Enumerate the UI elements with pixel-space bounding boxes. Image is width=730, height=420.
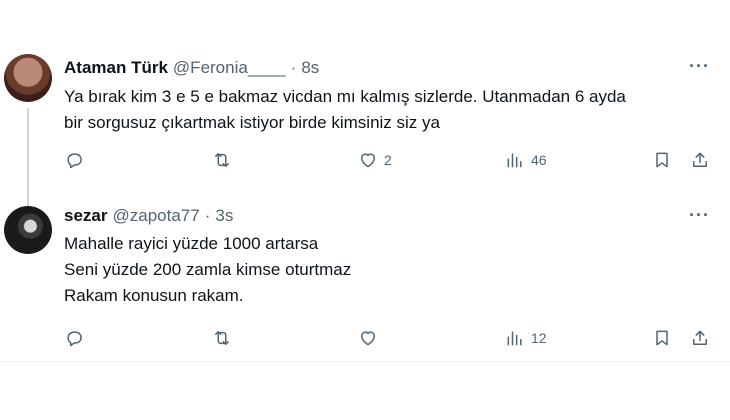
- tweet-text-line: Ya bırak kim 3 e 5 e bakmaz vicdan mı ka…: [64, 87, 626, 106]
- share-button[interactable]: [690, 150, 710, 170]
- view-count: 46: [531, 152, 547, 168]
- bookmark-button[interactable]: [652, 328, 672, 348]
- action-bar: 12: [0, 328, 730, 352]
- reply-icon: [67, 331, 82, 347]
- author-handle[interactable]: @Feronia____: [173, 58, 286, 78]
- author-name[interactable]: sezar: [64, 206, 107, 226]
- tweet-header: sezar @zapota77 · 3s: [64, 206, 233, 226]
- tweet[interactable]: Ataman Türk @Feronia____ · 8s ··· Ya bır…: [0, 0, 730, 206]
- retweet-button[interactable]: [212, 150, 232, 170]
- tweet-header: Ataman Türk @Feronia____ · 8s: [64, 58, 319, 78]
- views-button[interactable]: 12: [505, 328, 547, 348]
- tweet-text-line: bir sorgusuz çıkartmak istiyor birde kim…: [64, 113, 440, 132]
- heart-icon: [361, 331, 375, 346]
- reply-icon: [67, 153, 82, 169]
- tweet-text-line: Rakam konusun rakam.: [64, 286, 244, 305]
- tweet-text-line: Seni yüzde 200 zamla kimse oturtmaz: [64, 260, 352, 279]
- views-icon: [507, 153, 522, 168]
- timestamp[interactable]: 3s: [215, 206, 233, 226]
- author-handle[interactable]: @zapota77: [112, 206, 199, 226]
- separator-dot: ·: [204, 206, 211, 225]
- share-icon: [693, 330, 707, 345]
- tweet-text: Mahalle rayici yüzde 1000 artarsa Seni y…: [64, 231, 351, 309]
- tweet[interactable]: sezar @zapota77 · 3s ··· Mahalle rayici …: [0, 192, 730, 362]
- heart-icon: [361, 153, 375, 168]
- reply-button[interactable]: [64, 328, 84, 348]
- like-button[interactable]: 2: [358, 150, 392, 170]
- reply-button[interactable]: [64, 150, 84, 170]
- bookmark-icon: [656, 152, 668, 168]
- views-icon: [507, 331, 522, 346]
- separator-dot: ·: [290, 58, 297, 77]
- tweet-text: Ya bırak kim 3 e 5 e bakmaz vicdan mı ka…: [64, 84, 626, 136]
- like-button[interactable]: [358, 328, 378, 348]
- bookmark-icon: [656, 330, 668, 346]
- more-options-icon[interactable]: ···: [689, 205, 710, 226]
- share-button[interactable]: [690, 328, 710, 348]
- action-bar: 2 46: [0, 150, 730, 174]
- retweet-button[interactable]: [212, 328, 232, 348]
- retweet-icon: [215, 153, 229, 167]
- retweet-icon: [215, 331, 229, 345]
- bookmark-button[interactable]: [652, 150, 672, 170]
- timestamp[interactable]: 8s: [301, 58, 319, 78]
- author-name[interactable]: Ataman Türk: [64, 58, 168, 78]
- avatar[interactable]: [4, 206, 52, 254]
- more-options-icon[interactable]: ···: [689, 56, 710, 77]
- share-icon: [693, 152, 707, 167]
- view-count: 12: [531, 330, 547, 346]
- views-button[interactable]: 46: [505, 150, 547, 170]
- avatar[interactable]: [4, 54, 52, 102]
- tweet-text-line: Mahalle rayici yüzde 1000 artarsa: [64, 234, 319, 253]
- like-count: 2: [384, 152, 392, 168]
